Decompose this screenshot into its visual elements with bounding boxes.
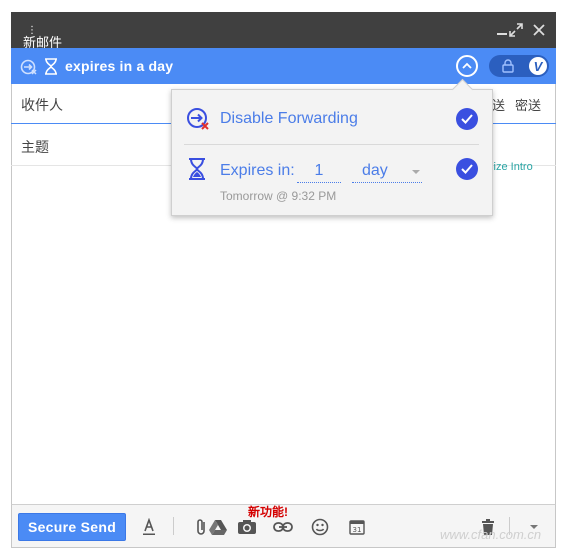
close-icon bbox=[533, 24, 545, 36]
expand-button[interactable] bbox=[506, 20, 526, 40]
secure-status-bar[interactable]: expires in a day V bbox=[11, 48, 556, 84]
formatting-button[interactable] bbox=[137, 515, 161, 539]
bcc-link[interactable]: 密送 bbox=[515, 95, 541, 114]
link-icon bbox=[273, 522, 293, 532]
camera-icon bbox=[238, 520, 256, 534]
calendar-icon: 31 bbox=[349, 520, 365, 535]
disable-forwarding-icon bbox=[187, 108, 209, 130]
to-field-label: 收件人 bbox=[21, 97, 63, 113]
disable-forwarding-label[interactable]: Disable Forwarding bbox=[220, 110, 358, 128]
expand-icon bbox=[509, 23, 523, 37]
svg-text:31: 31 bbox=[353, 526, 362, 534]
security-options-popup: Disable Forwarding Expires in: 1 day Tom… bbox=[171, 78, 493, 216]
drive-icon bbox=[209, 520, 227, 535]
subject-field-label: 主题 bbox=[21, 139, 49, 155]
virtru-v-icon: V bbox=[529, 57, 547, 75]
chevron-down-icon bbox=[412, 170, 420, 174]
expires-in-label: Expires in: bbox=[220, 162, 295, 179]
hourglass-icon bbox=[45, 58, 57, 75]
cc-link[interactable]: 送 bbox=[492, 95, 505, 114]
checkmark-icon bbox=[461, 164, 473, 174]
chevron-up-icon bbox=[462, 62, 472, 69]
drive-button[interactable] bbox=[206, 515, 230, 539]
new-feature-annotation: 新功能! bbox=[248, 505, 288, 519]
secure-mode-toggle[interactable]: V bbox=[489, 55, 549, 77]
insert-emoji-button[interactable] bbox=[308, 515, 332, 539]
hourglass-icon bbox=[189, 158, 205, 180]
close-button[interactable] bbox=[529, 20, 549, 40]
popup-divider bbox=[184, 144, 479, 145]
watermark: www.cfan.com.cn bbox=[440, 527, 542, 542]
expires-unit-select[interactable]: day bbox=[352, 160, 422, 183]
expires-check[interactable] bbox=[456, 158, 478, 180]
toolbar-separator bbox=[173, 517, 174, 535]
expires-amount-input[interactable]: 1 bbox=[297, 160, 341, 183]
compose-title-bar[interactable]: ⋮ 新邮件 bbox=[11, 12, 556, 50]
disable-forwarding-check[interactable] bbox=[456, 108, 478, 130]
lock-icon bbox=[502, 59, 514, 73]
expires-datetime: Tomorrow @ 9:32 PM bbox=[220, 189, 337, 203]
insert-invite-button[interactable]: 31 bbox=[345, 515, 369, 539]
text-format-icon bbox=[143, 518, 155, 535]
secure-send-button[interactable]: Secure Send bbox=[18, 513, 126, 541]
expires-unit-value: day bbox=[362, 162, 388, 179]
checkmark-icon bbox=[461, 114, 473, 124]
expiry-status-label: expires in a day bbox=[65, 58, 174, 74]
emoji-icon bbox=[311, 518, 329, 536]
no-forward-icon bbox=[20, 59, 37, 75]
collapse-options-button[interactable] bbox=[456, 55, 478, 77]
